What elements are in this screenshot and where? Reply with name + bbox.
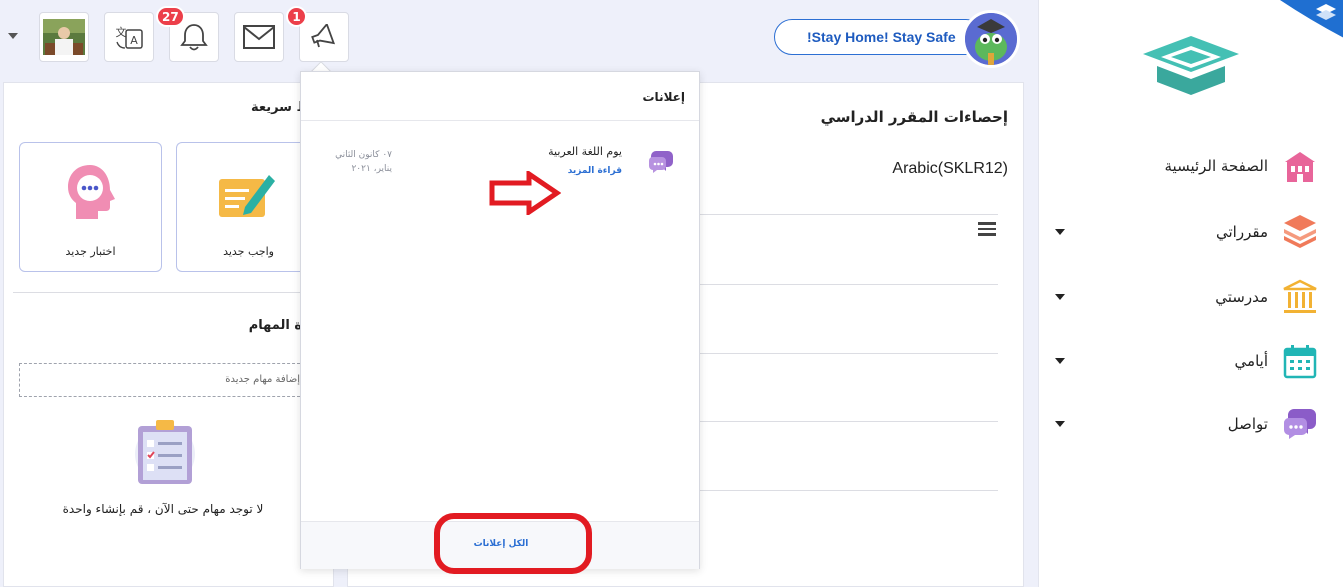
divider — [700, 284, 998, 285]
course-stats-title: إحصاءات المقرر الدراسي — [820, 108, 1008, 126]
school-building-icon — [1285, 152, 1315, 182]
announcement-date: ٠٧ كانون الثاني — [335, 150, 392, 160]
clipboard-checklist-icon — [135, 420, 195, 484]
announcements-title: إعلانات — [642, 90, 686, 104]
megaphone-icon — [311, 24, 336, 48]
announcement-chat-icon — [648, 151, 673, 173]
profile-photo-icon — [43, 19, 85, 55]
divider — [700, 421, 998, 422]
sidebar-item-communicate[interactable]: تواصل — [1039, 401, 1343, 451]
quick-links-title: ط سريعة — [250, 100, 310, 115]
profile-photo-button[interactable] — [39, 12, 89, 62]
sidebar-item-label: تواصل — [1227, 415, 1268, 433]
homework-pen-icon — [219, 175, 275, 217]
tasks-empty-message: لا توجد مهام حتى الآن ، قم بإنشاء واحدة — [62, 502, 264, 516]
sidebar: الصفحة الرئيسية مقرراتي مدرستي أيامي توا… — [1038, 0, 1343, 587]
announcements-dropdown: إعلانات يوم اللغة العربية قراءة المزيد ٠… — [300, 71, 700, 574]
red-highlight-box — [434, 513, 592, 574]
corner-logo-icon — [1280, 0, 1343, 38]
svg-text:文: 文 — [116, 25, 127, 39]
language-button[interactable]: A 文 — [104, 12, 154, 62]
sidebar-item-my-school[interactable]: مدرستي — [1039, 274, 1343, 324]
chevron-down-icon — [1055, 229, 1065, 235]
sidebar-item-label: مقرراتي — [1216, 223, 1268, 241]
sidebar-item-my-courses[interactable]: مقرراتي — [1039, 209, 1343, 259]
head-thinking-icon — [68, 165, 115, 219]
announcement-item-title[interactable]: يوم اللغة العربية — [501, 145, 622, 158]
user-menu-caret[interactable] — [8, 33, 18, 39]
new-homework-tile[interactable]: واجب جديد — [176, 142, 300, 272]
sidebar-item-home[interactable]: الصفحة الرئيسية — [1039, 143, 1343, 193]
new-quiz-label: اختبار جديد — [65, 245, 116, 258]
sidebar-item-label: أيامي — [1234, 352, 1268, 370]
chevron-down-icon — [1055, 294, 1065, 300]
translate-icon: A 文 — [116, 25, 143, 49]
calendar-icon — [1283, 345, 1317, 379]
envelope-icon — [243, 25, 275, 49]
messages-button[interactable] — [234, 12, 284, 62]
divider — [13, 292, 300, 293]
new-homework-label: واجب جديد — [223, 245, 274, 258]
divider — [700, 353, 998, 354]
course-name[interactable]: Arabic(SKLR12) — [700, 160, 1008, 178]
books-stack-icon — [1284, 215, 1316, 248]
divider — [301, 120, 699, 121]
tasks-title: ة المهام — [248, 318, 302, 333]
user-avatar[interactable] — [962, 10, 1020, 68]
stay-home-banner[interactable]: !Stay Home! Stay Safe — [774, 19, 984, 55]
menu-icon[interactable] — [978, 222, 996, 236]
add-task-input[interactable]: إضافة مهام جديدة — [19, 363, 300, 397]
chevron-down-icon — [1055, 358, 1065, 364]
announcements-badge: 1 — [286, 6, 307, 27]
school-logo-icon — [1143, 36, 1239, 95]
announcement-date-gregorian: يناير، ٢٠٢١ — [351, 164, 392, 174]
sidebar-item-label: مدرستي — [1215, 288, 1268, 306]
institution-icon — [1283, 279, 1317, 313]
bell-icon — [180, 24, 208, 51]
svg-text:A: A — [130, 34, 138, 47]
notifications-badge: 27 — [156, 6, 185, 27]
red-arrow-annotation — [489, 171, 561, 215]
chevron-down-icon — [1055, 421, 1065, 427]
divider — [700, 490, 998, 491]
avatar-character-icon — [965, 13, 1017, 65]
sidebar-item-label: الصفحة الرئيسية — [1164, 157, 1269, 175]
sidebar-item-my-days[interactable]: أيامي — [1039, 338, 1343, 388]
new-quiz-tile[interactable]: اختبار جديد — [19, 142, 162, 272]
chat-bubbles-icon — [1283, 409, 1316, 439]
divider — [700, 214, 998, 215]
